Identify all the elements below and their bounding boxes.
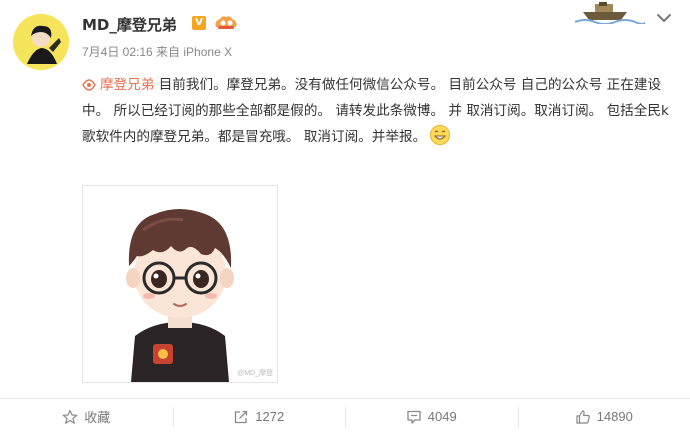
- post-meta: 7月4日 02:16 来自 iPhone X: [82, 43, 232, 60]
- avatar-image: [13, 14, 69, 70]
- favorite-button[interactable]: 收藏: [0, 399, 173, 434]
- star-icon: [62, 409, 78, 425]
- action-bar: 收藏 1272 4049 14890: [0, 398, 690, 434]
- post-image[interactable]: @MD_摩登: [82, 185, 278, 383]
- image-watermark: @MD_摩登: [237, 368, 273, 378]
- post-content: 摩登兄弟 目前我们。摩登兄弟。没有做任何微信公众号。 目前公众号 自己的公众号 …: [82, 72, 672, 150]
- repost-button[interactable]: 1272: [173, 399, 346, 434]
- like-button[interactable]: 14890: [518, 399, 690, 434]
- chevron-down-icon[interactable]: [656, 12, 672, 24]
- vip-icon[interactable]: [214, 13, 238, 31]
- link-icon: [82, 79, 96, 91]
- comment-icon: [406, 409, 422, 425]
- username[interactable]: MD_摩登兄弟: [82, 14, 177, 35]
- boat-decoration: [575, 0, 645, 24]
- like-icon: [575, 409, 591, 425]
- smile-emoji-icon: [430, 125, 450, 145]
- favorite-label: 收藏: [84, 407, 110, 426]
- repost-icon: [233, 409, 249, 425]
- cartoon-boy-illustration: [83, 186, 277, 382]
- comment-button[interactable]: 4049: [345, 399, 518, 434]
- post-text: 目前我们。摩登兄弟。没有做任何微信公众号。 目前公众号 自己的公众号 正在建设中…: [82, 77, 669, 145]
- mention-link[interactable]: 摩登兄弟: [82, 77, 154, 93]
- repost-count: 1272: [255, 409, 284, 424]
- verified-badge: V: [192, 16, 206, 30]
- comment-count: 4049: [428, 409, 457, 424]
- like-count: 14890: [597, 409, 633, 424]
- avatar[interactable]: [13, 14, 69, 70]
- mention-text: 摩登兄弟: [100, 77, 154, 93]
